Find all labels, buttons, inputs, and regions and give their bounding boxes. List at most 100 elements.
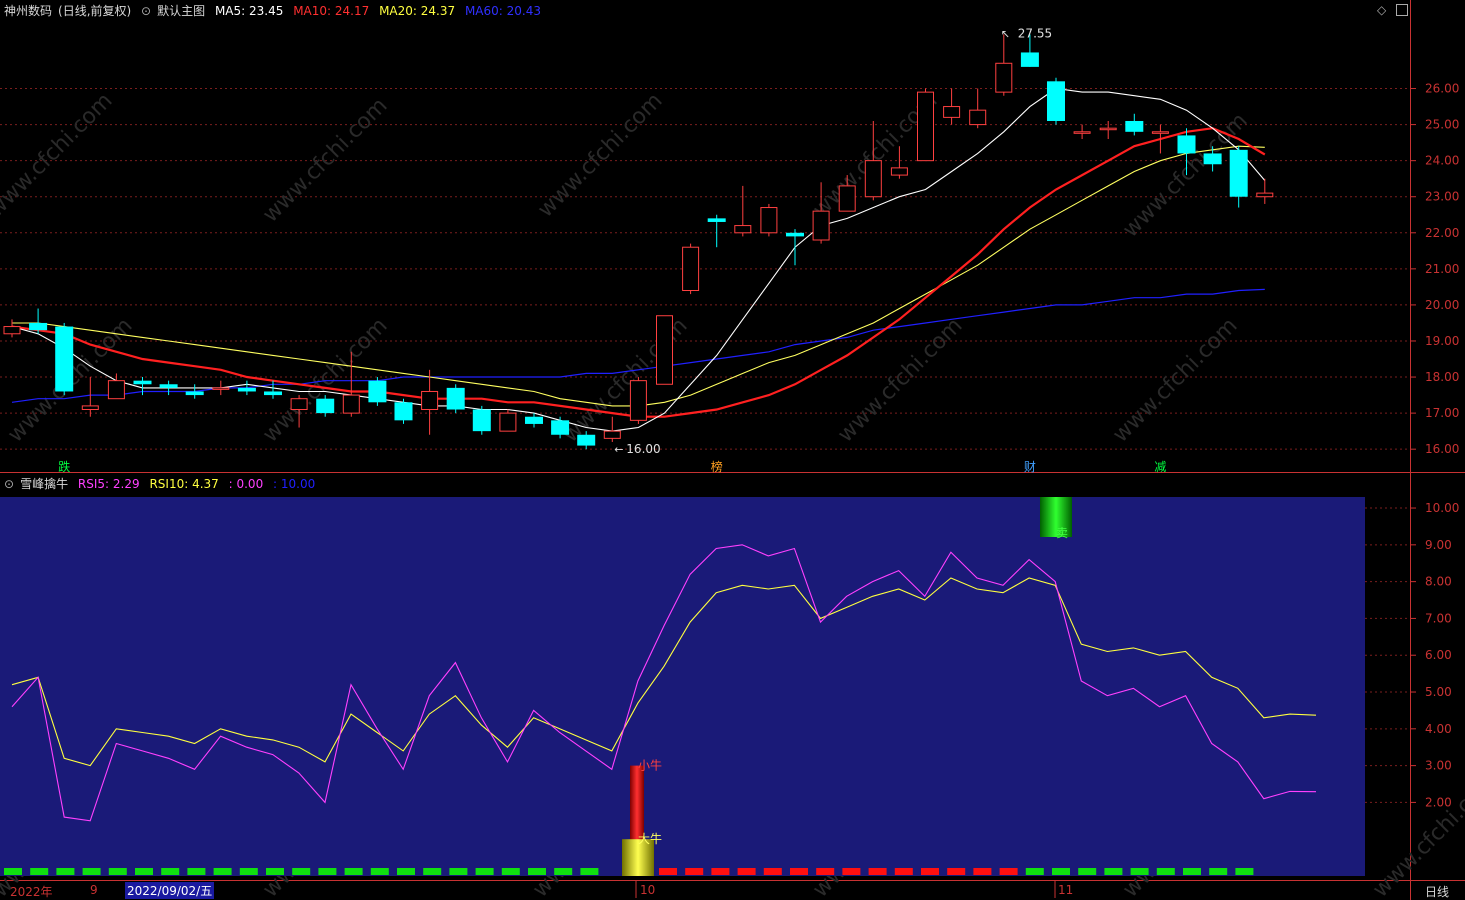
expand-icon[interactable]: ◇ [1377,3,1386,17]
state-bar [1209,868,1228,875]
low-price-label: 16.00 [626,442,660,456]
candlestick [446,384,465,414]
state-bar [135,868,153,875]
candle-body [629,380,647,421]
candle-body [603,430,621,439]
event-marker: 榜 [711,459,723,474]
candle-body [1177,135,1196,154]
candlestick [629,377,647,424]
panel-toggle-icon[interactable] [1396,4,1408,16]
candle-body [1020,52,1039,67]
state-bar [475,868,494,875]
candle-body [342,394,360,414]
watermark-text: www.cfchi.com [833,313,967,447]
candle-body [368,380,387,403]
state-bar [973,868,992,875]
candle-body [864,160,882,198]
cursor-date-label: 2022/09/02/五 [125,882,215,899]
candlestick [786,229,804,266]
candlestick [3,319,21,338]
candlestick [1229,146,1248,208]
candle-body [707,218,726,222]
candle-body [421,390,439,411]
main-header: 神州数码 (日线,前复权) ⊙ 默认主图 MA5: 23.45 MA10: 24.1… [4,1,547,21]
state-bar [868,868,887,875]
price-axis-label: 16.00 [1425,442,1459,456]
state-bar [292,868,311,875]
state-bar [842,868,861,875]
ma60-value: MA60: 20.43 [464,4,541,18]
state-bar [239,868,258,875]
state-bar [659,868,677,875]
state-bar [82,868,101,875]
indicator-axis-label: 2.00 [1425,795,1452,809]
candle-body [943,106,961,118]
price-axis-label: 25.00 [1425,118,1459,132]
price-chart[interactable]: 26.00 25.00 24.00 23.00 22.00 21.00 20.00 19.00… [0,0,1465,900]
candlestick [212,380,230,396]
sell-label: 卖 [1056,526,1068,540]
small-bull-label: 小牛 [638,758,662,773]
price-axis-label: 17.00 [1425,406,1459,420]
month-10-label: 10 [640,883,656,897]
candle-body [81,405,99,411]
state-bar [947,868,966,875]
state-bar [344,868,363,875]
state-bar [1025,868,1044,875]
template-name[interactable]: 默认主图 [157,4,205,18]
candlestick [264,380,282,399]
candlestick [943,88,961,125]
candlestick [995,34,1013,96]
candlestick [1073,124,1091,140]
indicator-name[interactable]: 雪峰擒牛 [20,477,68,491]
template-dropdown-icon[interactable]: ⊙ [141,4,151,18]
candle-body [969,109,987,126]
candlestick [368,377,387,406]
ma20-value: MA20: 24.37 [379,4,456,18]
state-bar [397,868,415,875]
candle-body [29,322,48,331]
candle-body [917,91,934,162]
state-bar [501,868,520,875]
candle-body [212,387,230,390]
watermark-text: www.cfchi.com [258,93,392,227]
candle-body [551,420,570,435]
candlestick [969,88,987,129]
candle-body [1099,127,1117,131]
candle-body [107,380,125,400]
indicator-dropdown-icon[interactable]: ⊙ [4,477,14,491]
candle-body [316,398,335,414]
period-label[interactable]: 日线 [1425,883,1449,900]
state-bar [894,868,913,875]
event-marker: 减 [1154,460,1166,474]
stock-name[interactable]: 神州数码 [4,4,52,18]
candle-body [890,167,908,176]
candle-body [185,391,204,396]
watermark-text: www.cfchi.com [0,88,118,222]
state-bar [1235,868,1254,875]
candle-body [1151,131,1169,134]
candle-body [264,391,282,396]
candlestick [472,405,491,435]
candle-body [159,384,178,388]
state-bar [108,868,127,875]
year-label: 2022年 [10,885,53,899]
high-price-label: 27.55 [1018,27,1052,41]
state-bar [266,868,284,875]
indicator-axis-label: 3.00 [1425,759,1452,773]
candle-body [577,434,596,446]
candlestick [55,322,74,396]
price-axis-label: 22.00 [1425,226,1459,240]
event-marker: 跌 [58,459,70,474]
ten-line-value: : 10.00 [273,477,316,491]
rsi10-value: RSI10: 4.37 [149,477,219,491]
rsi5-value: RSI5: 2.29 [77,477,140,491]
candle-body [1125,120,1144,132]
candle-body [760,207,778,234]
candle-body [55,326,74,392]
state-bar [763,868,782,875]
indicator-axis-label: 7.00 [1425,611,1452,625]
candlestick [656,315,673,385]
candle-body [525,416,543,424]
state-bar [737,868,756,875]
